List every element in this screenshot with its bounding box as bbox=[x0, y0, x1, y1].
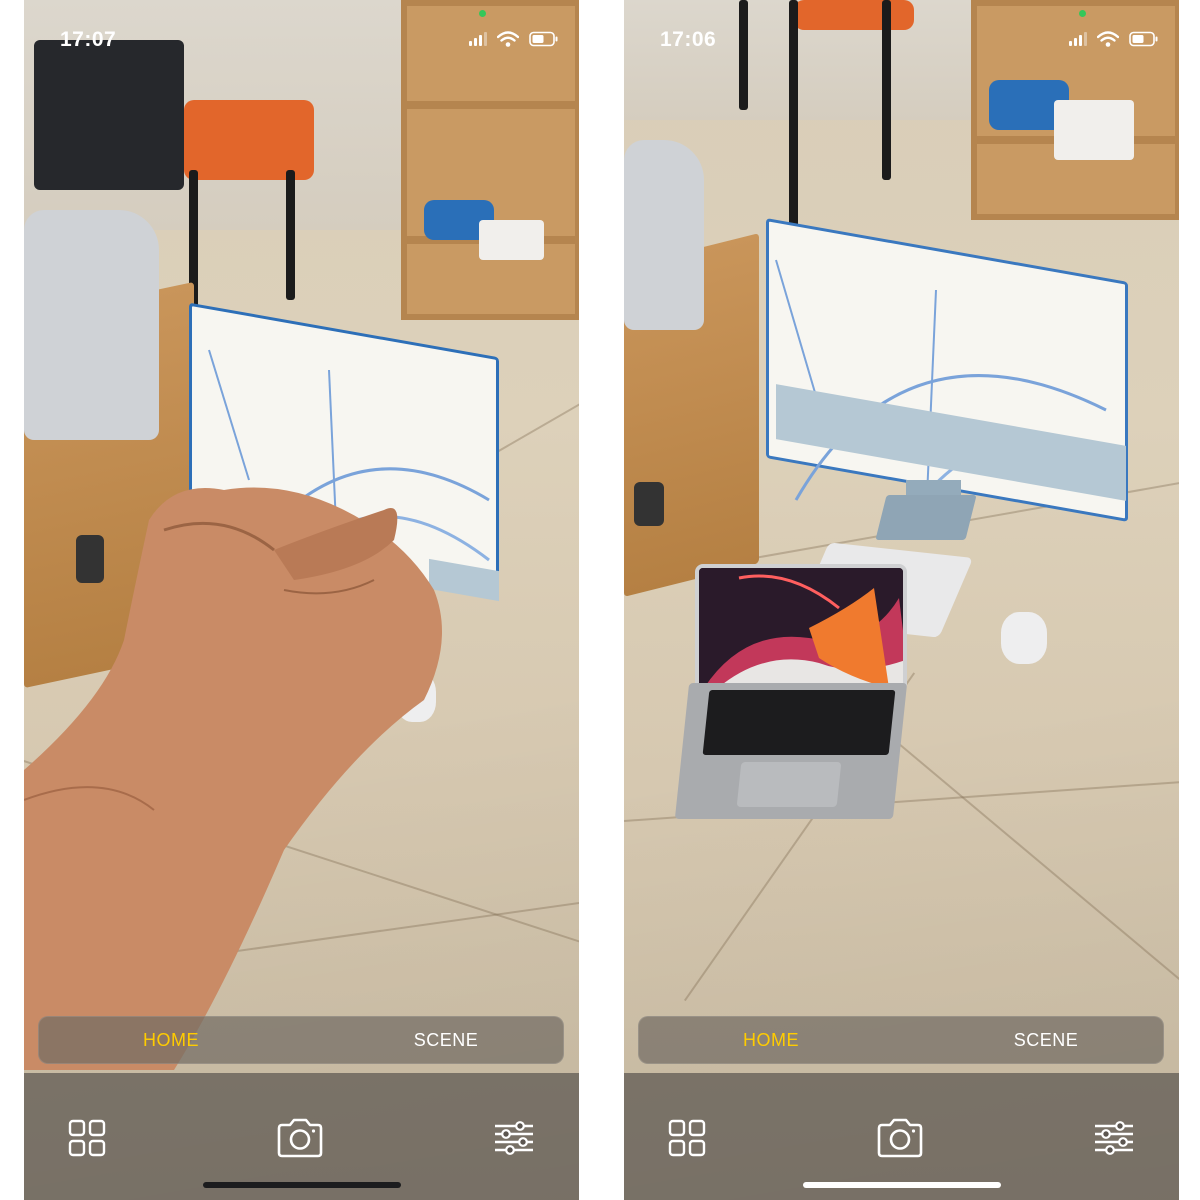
macbook-wallpaper bbox=[699, 568, 903, 688]
status-time: 17:07 bbox=[60, 28, 117, 51]
mode-switcher: HOME SCENE bbox=[638, 1016, 1164, 1064]
sliders-icon bbox=[1095, 1121, 1133, 1155]
grid-icon bbox=[668, 1119, 706, 1157]
chair-backrest bbox=[34, 40, 184, 190]
sliders-icon bbox=[495, 1121, 533, 1155]
gallery-button[interactable] bbox=[662, 1113, 712, 1163]
status-icons bbox=[469, 30, 559, 48]
white-box bbox=[1054, 100, 1134, 160]
home-indicator-bar[interactable] bbox=[202, 1182, 401, 1188]
phone-screen-left: 17:07 HOME SCENE bbox=[24, 0, 579, 1200]
wooden-shelf bbox=[401, 0, 579, 320]
tab-home[interactable]: HOME bbox=[101, 1017, 241, 1063]
home-indicator-bar[interactable] bbox=[802, 1182, 1001, 1188]
cellular-signal-icon bbox=[469, 32, 487, 46]
orange-cushion bbox=[184, 100, 314, 180]
capture-button[interactable] bbox=[875, 1113, 925, 1163]
phone-screen-right: 17:06 HOME SCENE bbox=[624, 0, 1179, 1200]
user-hand bbox=[24, 487, 442, 1070]
privacy-indicator-dot bbox=[479, 10, 486, 17]
chair-leg bbox=[789, 0, 798, 250]
chair-leg bbox=[286, 170, 295, 300]
grid-icon bbox=[68, 1119, 106, 1157]
white-box bbox=[479, 220, 544, 260]
bottom-toolbar bbox=[24, 1073, 579, 1200]
gallery-button[interactable] bbox=[62, 1113, 112, 1163]
tab-scene[interactable]: SCENE bbox=[376, 1017, 516, 1063]
status-icons bbox=[1069, 30, 1159, 48]
camera-icon bbox=[277, 1118, 323, 1158]
orange-cushion bbox=[794, 0, 914, 30]
capture-button[interactable] bbox=[275, 1113, 325, 1163]
battery-icon bbox=[1129, 31, 1158, 47]
settings-button[interactable] bbox=[1089, 1113, 1139, 1163]
status-time: 17:06 bbox=[660, 28, 717, 51]
bedsheet bbox=[624, 140, 704, 330]
bottom-toolbar bbox=[624, 1073, 1179, 1200]
settings-button[interactable] bbox=[489, 1113, 539, 1163]
wifi-icon bbox=[497, 31, 519, 47]
drawer-handle bbox=[634, 482, 664, 526]
cellular-signal-icon bbox=[1069, 32, 1087, 46]
chair-leg bbox=[882, 0, 891, 180]
mode-switcher: HOME SCENE bbox=[38, 1016, 564, 1064]
tab-home[interactable]: HOME bbox=[701, 1017, 841, 1063]
battery-icon bbox=[529, 31, 558, 47]
camera-icon bbox=[877, 1118, 923, 1158]
magic-mouse-model[interactable] bbox=[1001, 612, 1047, 664]
wifi-icon bbox=[1097, 31, 1119, 47]
tab-scene[interactable]: SCENE bbox=[976, 1017, 1116, 1063]
chair-leg bbox=[739, 0, 748, 110]
privacy-indicator-dot bbox=[1079, 10, 1086, 17]
bedsheet bbox=[24, 210, 159, 440]
